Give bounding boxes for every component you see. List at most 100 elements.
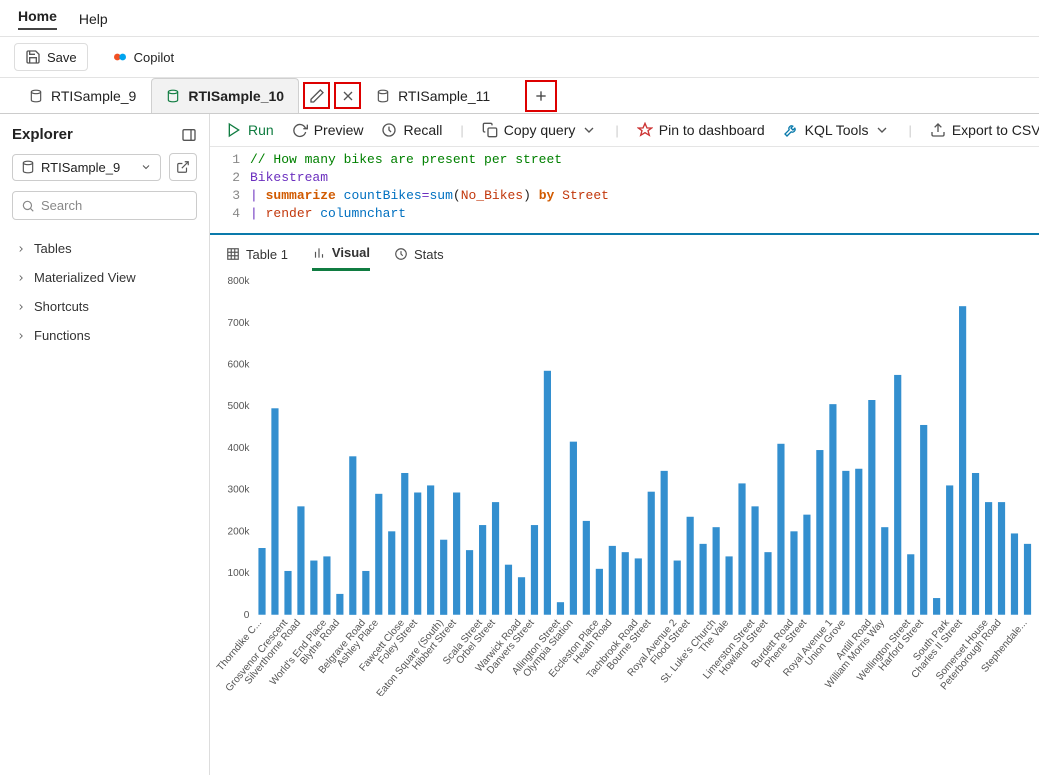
- edit-tab-button[interactable]: [303, 82, 330, 109]
- preview-button[interactable]: Preview: [292, 122, 364, 138]
- bar-26[interactable]: [596, 569, 603, 615]
- bar-6[interactable]: [336, 594, 343, 615]
- bar-42[interactable]: [803, 515, 810, 615]
- tree-item-materialized-view[interactable]: Materialized View: [12, 263, 197, 292]
- bar-8[interactable]: [362, 571, 369, 615]
- bar-28[interactable]: [622, 552, 629, 615]
- save-label: Save: [47, 50, 77, 65]
- bar-39[interactable]: [764, 552, 771, 615]
- bar-31[interactable]: [661, 471, 668, 615]
- bar-11[interactable]: [401, 473, 408, 615]
- bar-13[interactable]: [427, 485, 434, 614]
- copy-query-button[interactable]: Copy query: [482, 122, 598, 138]
- bar-21[interactable]: [531, 525, 538, 615]
- bar-22[interactable]: [544, 371, 551, 615]
- menu-help[interactable]: Help: [79, 11, 108, 27]
- bar-0[interactable]: [258, 548, 265, 615]
- bar-35[interactable]: [713, 527, 720, 615]
- close-icon: [340, 88, 356, 104]
- bar-14[interactable]: [440, 540, 447, 615]
- bar-48[interactable]: [881, 527, 888, 615]
- bar-16[interactable]: [466, 550, 473, 615]
- bar-1[interactable]: [271, 408, 278, 614]
- copilot-button[interactable]: Copilot: [102, 44, 184, 70]
- bar-50[interactable]: [907, 554, 914, 614]
- code-editor[interactable]: 1234 // How many bikes are present per s…: [210, 147, 1039, 235]
- collapse-panel-icon[interactable]: [181, 127, 197, 143]
- bar-57[interactable]: [998, 502, 1005, 615]
- result-tab-stats[interactable]: Stats: [394, 247, 444, 270]
- bar-27[interactable]: [609, 546, 616, 615]
- explorer-search[interactable]: Search: [12, 191, 197, 220]
- bar-40[interactable]: [777, 444, 784, 615]
- recall-label: Recall: [403, 122, 442, 138]
- bar-58[interactable]: [1011, 533, 1018, 614]
- save-button[interactable]: Save: [14, 43, 88, 71]
- tab-rtisample-11[interactable]: RTISample_11: [361, 78, 505, 113]
- svg-text:800k: 800k: [228, 276, 251, 287]
- open-db-button[interactable]: [169, 153, 197, 181]
- tab-label: Visual: [332, 245, 370, 260]
- tree-item-shortcuts[interactable]: Shortcuts: [12, 292, 197, 321]
- bar-36[interactable]: [725, 556, 732, 614]
- run-button[interactable]: Run: [226, 122, 274, 138]
- bar-54[interactable]: [959, 306, 966, 615]
- tab-rtisample-9[interactable]: RTISample_9: [14, 78, 151, 113]
- tab-rtisample-10[interactable]: RTISample_10: [151, 78, 299, 113]
- run-label: Run: [248, 122, 274, 138]
- bar-4[interactable]: [310, 561, 317, 615]
- export-csv-button[interactable]: Export to CSV: [930, 122, 1039, 138]
- bar-51[interactable]: [920, 425, 927, 615]
- bar-55[interactable]: [972, 473, 979, 615]
- bar-56[interactable]: [985, 502, 992, 615]
- bar-23[interactable]: [557, 602, 564, 615]
- bar-7[interactable]: [349, 456, 356, 615]
- bar-41[interactable]: [790, 531, 797, 614]
- bar-30[interactable]: [648, 492, 655, 615]
- tree-item-functions[interactable]: Functions: [12, 321, 197, 350]
- bar-3[interactable]: [297, 506, 304, 614]
- bar-5[interactable]: [323, 556, 330, 614]
- bar-32[interactable]: [674, 561, 681, 615]
- bar-29[interactable]: [635, 558, 642, 614]
- result-tab-visual[interactable]: Visual: [312, 245, 370, 271]
- bar-17[interactable]: [479, 525, 486, 615]
- bar-12[interactable]: [414, 493, 421, 615]
- bar-37[interactable]: [738, 483, 745, 614]
- bar-46[interactable]: [855, 469, 862, 615]
- bar-9[interactable]: [375, 494, 382, 615]
- tree-item-tables[interactable]: Tables: [12, 234, 197, 263]
- result-tab-table[interactable]: Table 1: [226, 247, 288, 270]
- bar-45[interactable]: [842, 471, 849, 615]
- bar-15[interactable]: [453, 493, 460, 615]
- close-tab-button[interactable]: [334, 82, 361, 109]
- bar-2[interactable]: [284, 571, 291, 615]
- query-panel: Run Preview Recall | Copy query | Pin to…: [210, 114, 1039, 775]
- bar-47[interactable]: [868, 400, 875, 615]
- bar-24[interactable]: [570, 442, 577, 615]
- bar-43[interactable]: [816, 450, 823, 615]
- db-select[interactable]: RTISample_9: [12, 154, 161, 181]
- new-tab-button[interactable]: [525, 80, 557, 112]
- bar-44[interactable]: [829, 404, 836, 615]
- bar-59[interactable]: [1024, 544, 1031, 615]
- bar-33[interactable]: [687, 517, 694, 615]
- bar-34[interactable]: [700, 544, 707, 615]
- chevron-right-icon: [16, 244, 26, 254]
- bar-38[interactable]: [751, 506, 758, 614]
- bar-25[interactable]: [583, 521, 590, 615]
- pin-button[interactable]: Pin to dashboard: [637, 122, 765, 138]
- bar-19[interactable]: [505, 565, 512, 615]
- bar-20[interactable]: [518, 577, 525, 615]
- bar-53[interactable]: [946, 485, 953, 614]
- bar-10[interactable]: [388, 531, 395, 614]
- bar-18[interactable]: [492, 502, 499, 615]
- bar-52[interactable]: [933, 598, 940, 615]
- tab-label: RTISample_9: [51, 88, 136, 104]
- kql-tools-button[interactable]: KQL Tools: [783, 122, 891, 138]
- copilot-label: Copilot: [134, 50, 174, 65]
- chevron-down-icon: [140, 161, 152, 173]
- bar-49[interactable]: [894, 375, 901, 615]
- menu-home[interactable]: Home: [18, 8, 57, 30]
- recall-button[interactable]: Recall: [381, 122, 442, 138]
